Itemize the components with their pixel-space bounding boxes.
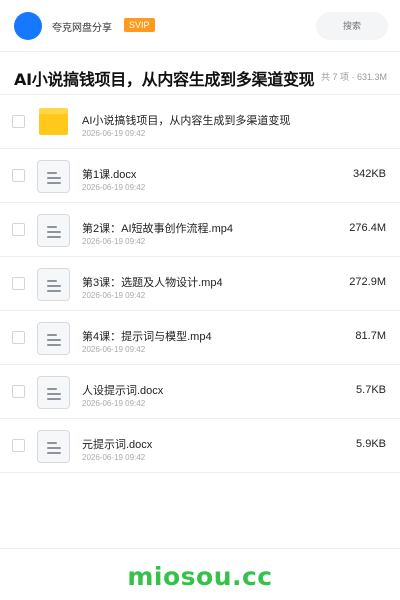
app-name: 夸克网盘分享 (52, 23, 112, 34)
document-icon (37, 268, 70, 301)
file-name: 第3课：选题及人物设计.mp4 (82, 277, 223, 289)
file-date: 2026-06-19 09:42 (82, 453, 146, 462)
item-summary: 共 7 项 · 631.3M (320, 72, 387, 82)
svip-badge: SVIP (124, 18, 155, 32)
file-size: 81.7M (355, 330, 386, 342)
file-date: 2026-06-19 09:42 (82, 345, 146, 354)
file-date: 2026-06-19 09:42 (82, 129, 146, 138)
document-icon (37, 214, 70, 247)
select-checkbox[interactable] (12, 439, 25, 452)
file-name: 第4课：提示词与模型.mp4 (82, 331, 212, 343)
divider (0, 548, 400, 549)
list-item[interactable]: 第1课.docx 2026-06-19 09:42 342KB (0, 149, 400, 203)
document-icon (37, 322, 70, 355)
watermark-text: miosou.cc (127, 562, 273, 591)
file-date: 2026-06-19 09:42 (82, 291, 146, 300)
file-date: 2026-06-19 09:42 (82, 183, 146, 192)
file-list: AI小说搞钱项目，从内容生成到多渠道变现 2026-06-19 09:42 第1… (0, 95, 400, 473)
document-icon (37, 430, 70, 463)
folder-icon (39, 108, 68, 135)
file-date: 2026-06-19 09:42 (82, 399, 146, 408)
file-name: 人设提示词.docx (82, 385, 164, 397)
file-size: 272.9M (349, 276, 386, 288)
file-date: 2026-06-19 09:42 (82, 237, 146, 246)
select-checkbox[interactable] (12, 277, 25, 290)
select-checkbox[interactable] (12, 385, 25, 398)
select-checkbox[interactable] (12, 331, 25, 344)
file-name: 第2课：AI短故事创作流程.mp4 (82, 223, 233, 235)
document-icon (37, 160, 70, 193)
page-title: AI小说搞钱项目，从内容生成到多渠道变现 (14, 70, 315, 89)
file-name: AI小说搞钱项目，从内容生成到多渠道变现 (82, 115, 291, 127)
search-input[interactable] (316, 12, 388, 40)
list-item[interactable]: 第4课：提示词与模型.mp4 2026-06-19 09:42 81.7M (0, 311, 400, 365)
list-item[interactable]: 第2课：AI短故事创作流程.mp4 2026-06-19 09:42 276.4… (0, 203, 400, 257)
file-size: 5.7KB (356, 384, 386, 396)
file-size: 342KB (352, 168, 386, 180)
list-item[interactable]: 元提示词.docx 2026-06-19 09:42 5.9KB (0, 419, 400, 473)
header-bar: 夸克网盘分享 SVIP (0, 0, 400, 52)
document-icon (37, 376, 70, 409)
list-item[interactable]: 第3课：选题及人物设计.mp4 2026-06-19 09:42 272.9M (0, 257, 400, 311)
select-checkbox[interactable] (12, 223, 25, 236)
list-item[interactable]: 人设提示词.docx 2026-06-19 09:42 5.7KB (0, 365, 400, 419)
list-item[interactable]: AI小说搞钱项目，从内容生成到多渠道变现 2026-06-19 09:42 (0, 95, 400, 149)
file-name: 第1课.docx (82, 169, 137, 181)
select-checkbox[interactable] (12, 169, 25, 182)
avatar[interactable] (14, 12, 42, 40)
file-size: 276.4M (349, 222, 386, 234)
file-size: 5.9KB (356, 438, 386, 450)
file-name: 元提示词.docx (82, 439, 153, 451)
select-checkbox[interactable] (12, 115, 25, 128)
